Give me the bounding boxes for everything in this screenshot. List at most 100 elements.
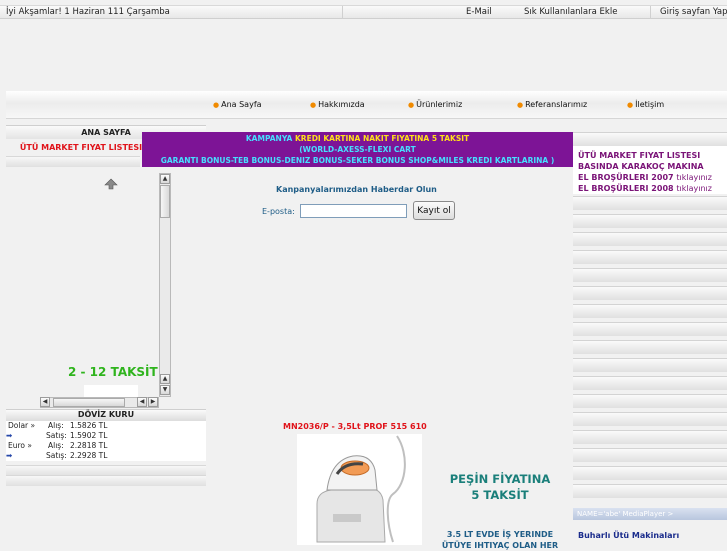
scroll-down-icon[interactable]: ▼ <box>160 385 170 395</box>
bullet-icon: ● <box>627 101 634 109</box>
press-link[interactable]: BASINDA KARAKOÇ MAKINA <box>578 162 704 171</box>
price-list-link-right[interactable]: ÜTÜ MARKET FIYAT LISTESI <box>578 151 700 160</box>
nav-contact[interactable]: ● İletişim <box>627 100 664 109</box>
steam-iron-icon <box>316 435 406 543</box>
set-homepage-link[interactable]: Giriş sayfan Yap <box>660 7 727 17</box>
email-label: E-posta: <box>262 207 295 216</box>
scroll-up-icon[interactable]: ▲ <box>160 174 170 184</box>
small-image <box>84 385 138 397</box>
currency-row: Dolar » Alış: 1.5826 TL <box>6 421 206 431</box>
vertical-scrollbar[interactable]: ▲ ▲ ▼ <box>159 173 171 397</box>
brochure-label: EL BROŞÜRLERI 2007 <box>578 173 674 182</box>
scroll-left-icon[interactable]: ◀ <box>137 397 147 407</box>
steam-iron-image[interactable] <box>297 434 422 545</box>
click-text: tıklayınız <box>676 173 712 182</box>
scroll-thumb[interactable] <box>160 185 170 218</box>
right-strip <box>573 340 727 354</box>
main-nav: ● Ana Sayfa ● Hakkımızda ● Ürünlerimiz ● Ref… <box>6 91 727 119</box>
scroll-right-icon[interactable]: ▶ <box>148 397 158 407</box>
currency-name: Dolar » <box>8 421 36 430</box>
right-strip <box>573 232 727 246</box>
promo-text: 3.5 LT EVDE İŞ YERINDE ÜTÜYE IHTIYAÇ OLA… <box>430 529 570 551</box>
left-strip <box>6 475 206 486</box>
email-link[interactable]: E-Mail <box>466 7 492 17</box>
nav-label: Ana Sayfa <box>221 100 262 109</box>
currency-table: Dolar » Alış: 1.5826 TL ➡ Satış: 1.5902 … <box>6 421 206 461</box>
right-strip <box>573 466 727 480</box>
currency-row: ➡ Satış: 2.2928 TL <box>6 451 206 461</box>
right-strip <box>573 358 727 372</box>
nav-label: İletişim <box>635 100 665 109</box>
right-strip <box>573 484 727 498</box>
rate-type: Satış: <box>46 431 67 440</box>
currency-header: DÖVİZ KURU <box>6 409 206 421</box>
campaign-cards: (WORLD-AXESS-FLEXI CART <box>299 145 416 154</box>
brochure-2007-link[interactable]: EL BROŞÜRLERI 2007 tıklayınız <box>578 173 712 182</box>
click-text: tıklayınız <box>676 184 712 193</box>
promo-headline: PEŞİN FİYATINA 5 TAKSİT <box>430 471 570 503</box>
horizontal-scrollbar[interactable]: ◀ ◀ ▶ <box>40 397 159 408</box>
campaign-headline: KREDI KARTINA NAKIT FIYATINA 5 TAKSIT <box>294 134 470 143</box>
promo-line: ÜTÜYE IHTIYAÇ OLAN HER <box>441 541 559 550</box>
bullet-icon: ● <box>408 101 415 109</box>
right-strip <box>573 132 727 146</box>
rate-type: Satış: <box>46 451 67 460</box>
rate-type: Alış: <box>48 441 64 450</box>
nav-home[interactable]: ● Ana Sayfa <box>213 100 262 109</box>
currency-name: Euro » <box>8 441 32 450</box>
media-player-bar: NAME='abe' MediaPlayer > <box>573 508 727 520</box>
top-bar: İyi Akşamlar! 1 Haziran 111 Çarşamba E-M… <box>0 5 727 19</box>
campaign-banner: KAMPANYA KREDI KARTINA NAKIT FIYATINA 5 … <box>142 132 573 167</box>
nav-references[interactable]: ● Referanslarımız <box>517 100 587 109</box>
subscribe-button[interactable]: Kayıt ol <box>413 201 455 220</box>
currency-row: ➡ Satış: 1.5902 TL <box>6 431 206 441</box>
bullet-icon: ● <box>213 101 220 109</box>
up-arrow-icon[interactable] <box>104 178 118 190</box>
right-strip <box>573 304 727 318</box>
scroll-thumb[interactable] <box>53 398 125 407</box>
arrow-icon: ➡ <box>6 431 13 440</box>
right-strip <box>573 196 727 210</box>
promo-line: PEŞİN FİYATINA <box>449 472 551 486</box>
right-strip <box>573 322 727 336</box>
left-strip <box>6 156 140 167</box>
nav-about[interactable]: ● Hakkımızda <box>310 100 365 109</box>
bullet-icon: ● <box>517 101 524 109</box>
right-strip <box>573 412 727 426</box>
promo-line: 5 TAKSİT <box>471 488 529 502</box>
rate-value: 2.2818 TL <box>70 441 108 450</box>
scroll-left-icon[interactable]: ◀ <box>40 397 50 407</box>
rate-value: 2.2928 TL <box>70 451 108 460</box>
top-divider <box>650 6 651 19</box>
right-strip <box>573 268 727 282</box>
campaign-label: KAMPANYA <box>245 134 293 143</box>
promo-line: 3.5 LT EVDE İŞ YERINDE <box>446 530 554 539</box>
bullet-icon: ● <box>310 101 317 109</box>
brochure-2008-link[interactable]: EL BROŞÜRLERI 2008 tıklayınız <box>578 184 712 193</box>
rate-type: Alış: <box>48 421 64 430</box>
right-strip <box>573 376 727 390</box>
add-favorites-link[interactable]: Sık Kullanılanlara Ekle <box>524 7 617 17</box>
right-strip <box>573 430 727 444</box>
nav-label: Ürünlerimiz <box>416 100 463 109</box>
nav-products[interactable]: ● Ürünlerimiz <box>408 100 462 109</box>
email-field[interactable] <box>300 204 407 218</box>
category-link[interactable]: Buharlı Ütü Makinaları <box>578 531 679 540</box>
rate-value: 1.5902 TL <box>70 431 108 440</box>
right-strip <box>573 286 727 300</box>
brochure-label: EL BROŞÜRLERI 2008 <box>578 184 674 193</box>
nav-label: Hakkımızda <box>318 100 365 109</box>
nav-label: Referanslarımız <box>525 100 588 109</box>
right-strip <box>573 394 727 408</box>
greeting-text: İyi Akşamlar! 1 Haziran 111 Çarşamba <box>6 7 170 17</box>
arrow-icon: ➡ <box>6 451 13 460</box>
newsletter-title: Kanpanyalarımızdan Haberdar Olun <box>276 185 437 194</box>
currency-row: Euro » Alış: 2.2818 TL <box>6 441 206 451</box>
price-list-link[interactable]: ÜTÜ MARKET FIYAT LISTESI <box>6 143 156 152</box>
campaign-banks: GARANTI BONUS-TEB BONUS-DENIZ BONUS-SEKE… <box>160 156 555 165</box>
right-strip <box>573 448 727 462</box>
right-strip <box>573 250 727 264</box>
rate-value: 1.5826 TL <box>70 421 108 430</box>
scroll-up-icon[interactable]: ▲ <box>160 374 170 384</box>
product-title[interactable]: MN2036/P - 3,5Lt PROF 515 610 <box>283 422 427 431</box>
